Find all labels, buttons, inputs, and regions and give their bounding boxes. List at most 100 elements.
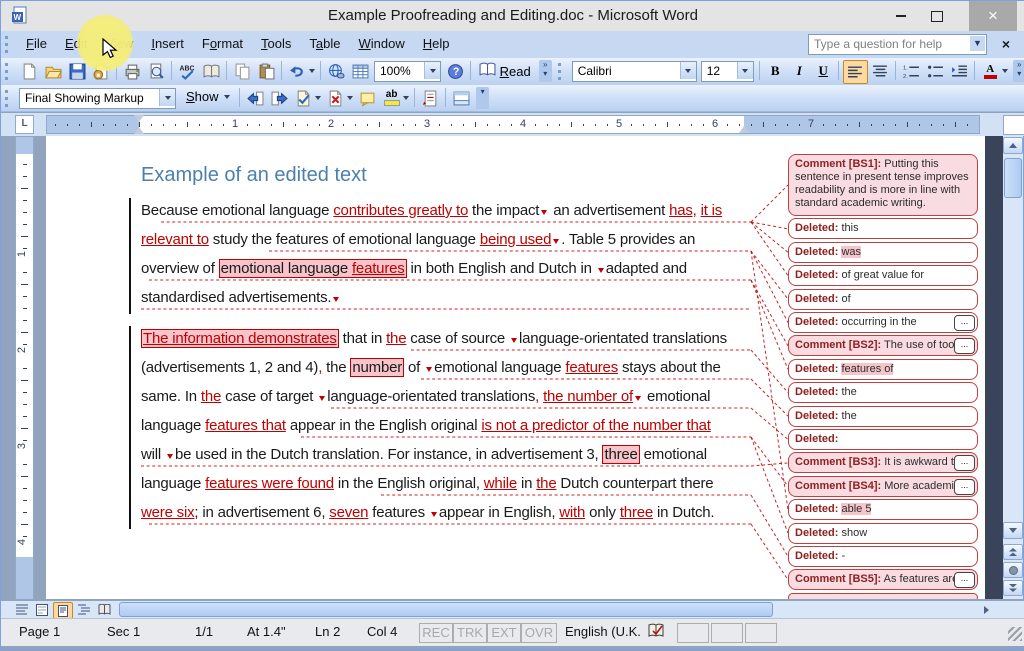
font-name-combo[interactable]: Calibri [572, 61, 697, 82]
menu-item-view[interactable]: View [96, 31, 142, 58]
reading-layout-view-button[interactable] [95, 602, 113, 617]
accept-change-dropdown-icon[interactable] [315, 96, 321, 100]
copy-button[interactable] [231, 60, 254, 82]
horizontal-scrollbar[interactable] [1, 601, 1024, 618]
status-ext-toggle[interactable]: EXT [487, 623, 521, 643]
status-ovr-toggle[interactable]: OVR [521, 623, 557, 643]
outline-view-button[interactable] [75, 602, 93, 617]
minimize-button[interactable] [883, 1, 919, 31]
balloon-overflow-button[interactable]: ... [954, 572, 975, 588]
toolbar-grip[interactable] [5, 90, 13, 107]
comment-balloon[interactable]: Comment [BS5]: As features are... [788, 569, 978, 590]
deleted-balloon[interactable]: Deleted: show [788, 523, 978, 544]
increase-indent-button[interactable] [948, 60, 971, 82]
horizontal-scroll-thumb[interactable] [119, 602, 773, 617]
chevron-down-icon[interactable] [159, 89, 175, 106]
numbered-list-button[interactable]: 1.2. [900, 60, 923, 82]
font-size-combo[interactable]: 12 [701, 61, 754, 82]
zoom-combo[interactable]: 100% [374, 61, 441, 82]
web-layout-view-button[interactable] [33, 602, 51, 617]
status-language[interactable]: English (U.K. [559, 623, 649, 641]
vertical-scrollbar[interactable] [1003, 136, 1023, 599]
deleted-balloon[interactable]: Deleted: able 5 [788, 499, 978, 520]
reject-change-button[interactable] [324, 87, 347, 109]
show-markup-button[interactable]: Show [180, 87, 236, 109]
accept-change-button[interactable] [292, 87, 315, 109]
comment-balloon[interactable]: Comment [BS2]: The use of too... [788, 335, 978, 356]
menubar-close-icon[interactable]: × [997, 35, 1015, 53]
balloon-overflow-button[interactable]: ... [954, 479, 975, 495]
question-help-input[interactable]: Type a question for help ▼ [808, 34, 987, 55]
track-changes-button[interactable] [419, 87, 442, 109]
insert-comment-button[interactable] [356, 87, 379, 109]
balloon-overflow-button[interactable]: ... [954, 455, 975, 471]
toolbar-options-icon[interactable]: »▾ [1013, 60, 1024, 82]
bold-button[interactable]: B [764, 60, 787, 82]
deleted-balloon[interactable]: Deleted: - [788, 546, 978, 567]
next-page-icon[interactable] [1003, 580, 1023, 596]
menu-item-file[interactable]: File [17, 31, 56, 58]
deleted-balloon[interactable]: Deleted: was [788, 242, 978, 263]
previous-change-button[interactable] [244, 87, 267, 109]
spelling-status-icon[interactable] [643, 623, 669, 641]
balloon-overflow-button[interactable]: ... [954, 315, 975, 331]
undo-dropdown-icon[interactable] [309, 69, 315, 73]
paste-button[interactable] [255, 60, 278, 82]
next-change-button[interactable] [268, 87, 291, 109]
hanging-indent-marker[interactable] [134, 127, 144, 134]
status-trk-toggle[interactable]: TRK [453, 623, 487, 643]
print-preview-button[interactable] [145, 60, 168, 82]
toolbar-grip[interactable] [5, 36, 13, 53]
menu-item-format[interactable]: Format [193, 31, 252, 58]
comment-balloon[interactable]: Comment [BS1]: Putting this sentence in … [788, 154, 978, 216]
deleted-balloon[interactable]: Deleted: of [788, 289, 978, 310]
highlight-dropdown-icon[interactable] [403, 96, 409, 100]
select-browse-object-icon[interactable] [1003, 562, 1023, 578]
display-for-review-combo[interactable]: Final Showing Markup [19, 88, 176, 109]
normal-view-button[interactable] [13, 602, 31, 617]
menu-item-table[interactable]: Table [300, 31, 349, 58]
scroll-down-icon[interactable] [1003, 522, 1023, 539]
close-button[interactable]: × [969, 1, 1017, 31]
reject-change-dropdown-icon[interactable] [347, 96, 353, 100]
toolbar-options-icon[interactable]: »▾ [539, 60, 552, 82]
comment-balloon[interactable]: Comment [BS3]: It is awkward t... [788, 452, 978, 473]
toolbar-grip[interactable] [558, 63, 566, 80]
chevron-down-icon[interactable] [737, 62, 753, 79]
deleted-balloon[interactable]: Deleted: of great value for [788, 265, 978, 286]
font-color-button[interactable]: A [979, 60, 1002, 82]
menu-item-insert[interactable]: Insert [142, 31, 193, 58]
chevron-down-icon[interactable] [424, 62, 440, 79]
open-folder-button[interactable] [42, 60, 65, 82]
deleted-balloon[interactable]: Deleted: the [788, 382, 978, 403]
bullet-list-button[interactable] [924, 60, 947, 82]
horizontal-ruler[interactable]: 1234567 [46, 115, 980, 134]
balloon-overflow-button[interactable]: ... [954, 338, 975, 354]
deleted-balloon[interactable]: Deleted: [788, 429, 978, 450]
spelling-grammar-button[interactable]: ABC [176, 60, 199, 82]
reviewing-pane-button[interactable] [450, 87, 473, 109]
menu-item-tools[interactable]: Tools [252, 31, 300, 58]
menu-item-window[interactable]: Window [350, 31, 414, 58]
deleted-balloon[interactable]: Deleted: the [788, 406, 978, 427]
read-button[interactable]: Read [474, 60, 536, 82]
resize-grip[interactable] [1008, 627, 1022, 641]
toolbar-options-icon[interactable]: ▾ [476, 87, 489, 109]
first-line-indent-marker[interactable] [134, 115, 144, 122]
deleted-balloon[interactable]: Deleted: occurring in the... [788, 312, 978, 333]
highlight-button[interactable]: ab [380, 87, 403, 109]
comment-balloon[interactable]: Comment [BS4]: More academi... [788, 476, 978, 497]
deleted-balloon[interactable]: Deleted: this [788, 218, 978, 239]
scroll-right-icon[interactable] [977, 602, 995, 617]
vertical-scroll-thumb[interactable] [1004, 158, 1022, 198]
research-button[interactable] [200, 60, 223, 82]
chevron-down-icon[interactable] [680, 62, 696, 79]
partial-balloon[interactable] [788, 593, 978, 599]
insert-hyperlink-button[interactable] [325, 60, 348, 82]
align-center-button[interactable] [869, 60, 892, 82]
align-left-button[interactable] [843, 60, 868, 84]
chevron-down-icon[interactable]: ▼ [970, 36, 985, 51]
undo-button[interactable] [286, 60, 309, 82]
maximize-button[interactable] [919, 1, 955, 31]
new-document-button[interactable] [18, 60, 41, 82]
